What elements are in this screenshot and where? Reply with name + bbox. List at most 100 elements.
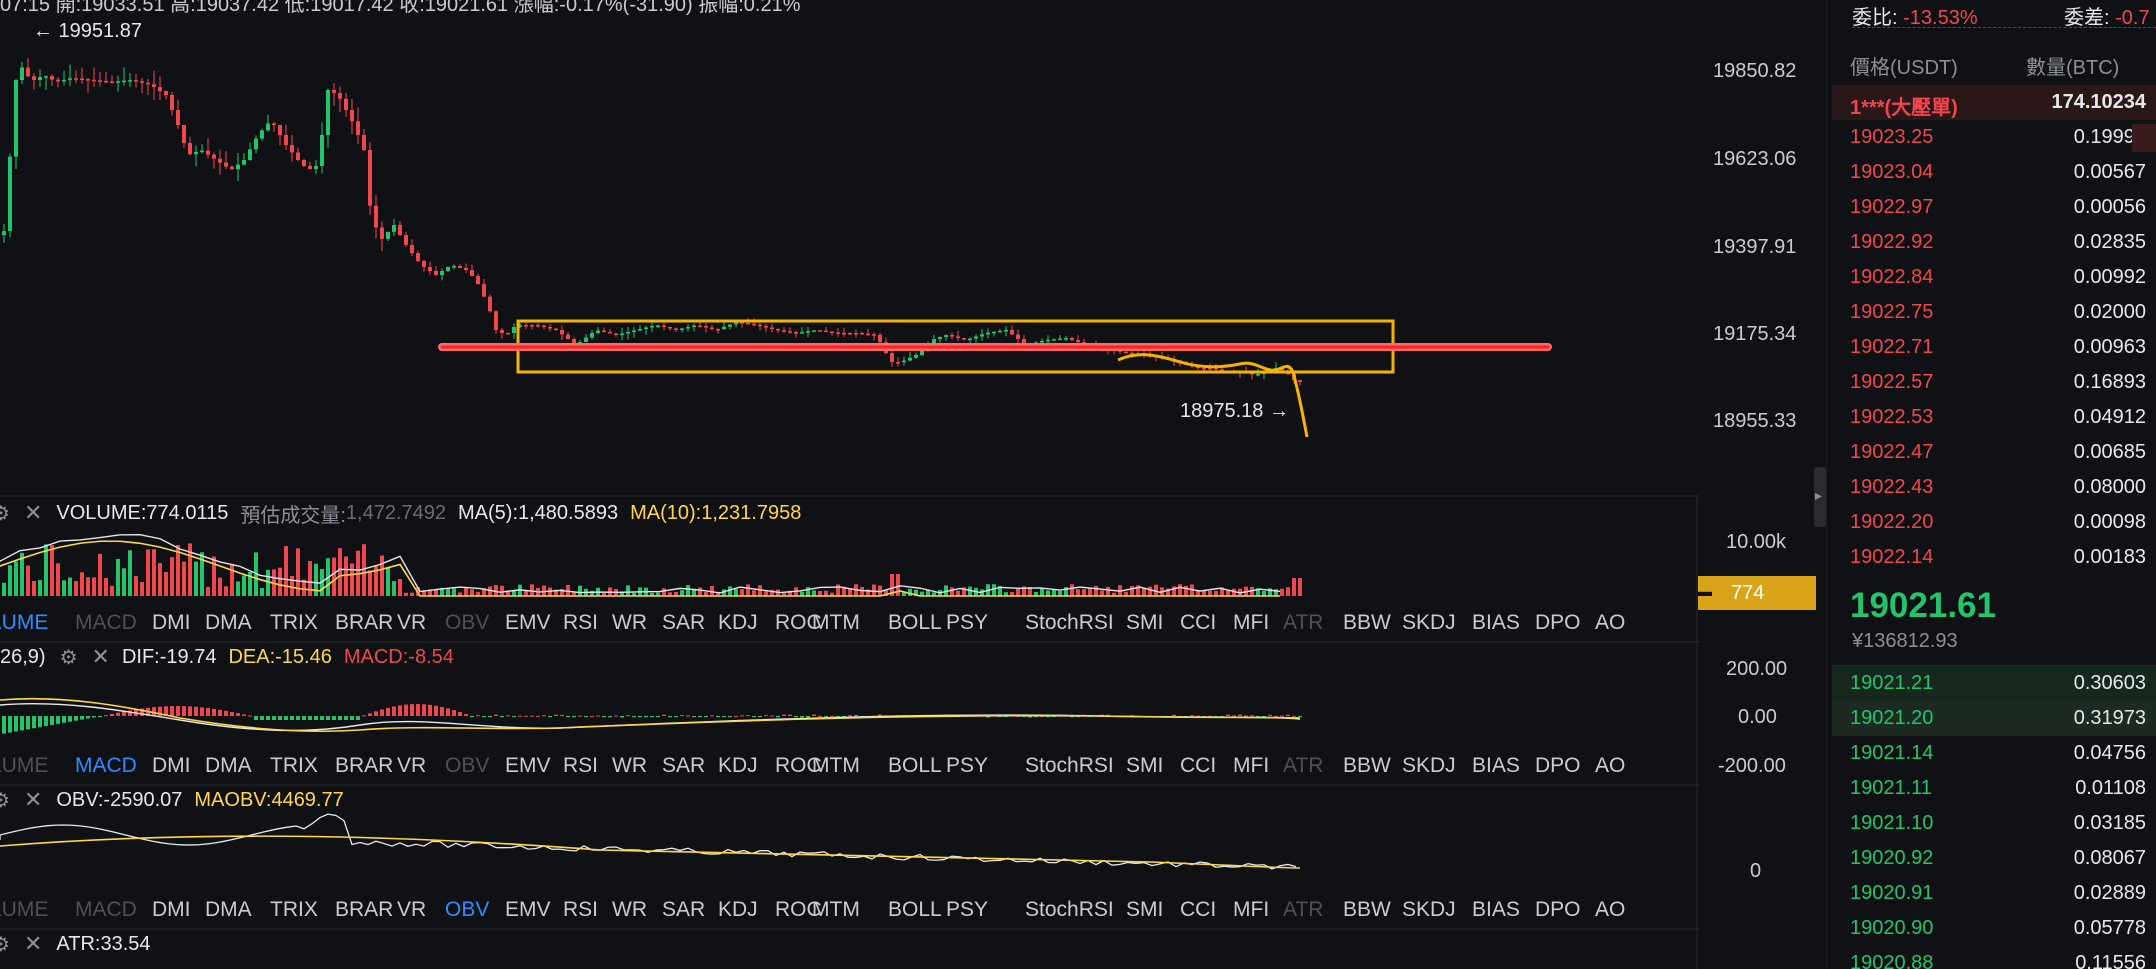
bid-row[interactable]: 19021.11 0.01108 bbox=[1832, 771, 2156, 806]
settings-icon[interactable]: ⚙ bbox=[0, 501, 10, 526]
tab-mfi[interactable]: MFI bbox=[1233, 754, 1269, 778]
tab-skdj[interactable]: SKDJ bbox=[1402, 754, 1456, 778]
tab-wr[interactable]: WR bbox=[612, 898, 647, 922]
tab-brar[interactable]: BRAR bbox=[335, 754, 393, 778]
tab-atr[interactable]: ATR bbox=[1283, 611, 1323, 635]
tab-mtm[interactable]: MTM bbox=[812, 611, 860, 635]
tab-dpo[interactable]: DPO bbox=[1535, 611, 1581, 635]
tab-smi[interactable]: SMI bbox=[1126, 611, 1163, 635]
bid-row[interactable]: 19021.21 0.30603 bbox=[1832, 666, 2156, 701]
tab-cci[interactable]: CCI bbox=[1180, 611, 1216, 635]
tab-mfi[interactable]: MFI bbox=[1233, 611, 1269, 635]
tab-kdj[interactable]: KDJ bbox=[718, 754, 758, 778]
tab-lume[interactable]: LUME bbox=[0, 754, 48, 778]
close-icon[interactable]: ✕ bbox=[24, 500, 42, 526]
tab-vr[interactable]: VR bbox=[397, 754, 426, 778]
tab-stochrsi[interactable]: StochRSI bbox=[1025, 611, 1114, 635]
bid-row[interactable]: 19020.91 0.02889 bbox=[1832, 876, 2156, 911]
bid-row[interactable]: 19021.14 0.04756 bbox=[1832, 736, 2156, 771]
tab-brar[interactable]: BRAR bbox=[335, 611, 393, 635]
tab-mtm[interactable]: MTM bbox=[812, 898, 860, 922]
tab-dpo[interactable]: DPO bbox=[1535, 898, 1581, 922]
tab-dmi[interactable]: DMI bbox=[152, 754, 191, 778]
tab-mtm[interactable]: MTM bbox=[812, 754, 860, 778]
tab-emv[interactable]: EMV bbox=[505, 898, 551, 922]
tab-psy[interactable]: PSY bbox=[946, 754, 988, 778]
tab-vr[interactable]: VR bbox=[397, 611, 426, 635]
ask-row[interactable]: 19022.92 0.02835 bbox=[1832, 225, 2156, 260]
panel-collapse-handle[interactable]: ▸ bbox=[1814, 467, 1826, 527]
tab-sar[interactable]: SAR bbox=[662, 611, 705, 635]
tab-rsi[interactable]: RSI bbox=[563, 898, 598, 922]
ask-row[interactable]: 19022.84 0.00992 bbox=[1832, 260, 2156, 295]
tab-smi[interactable]: SMI bbox=[1126, 754, 1163, 778]
tab-trix[interactable]: TRIX bbox=[270, 611, 318, 635]
tab-emv[interactable]: EMV bbox=[505, 611, 551, 635]
tab-obv[interactable]: OBV bbox=[445, 898, 489, 922]
tab-macd[interactable]: MACD bbox=[75, 898, 137, 922]
tab-wr[interactable]: WR bbox=[612, 611, 647, 635]
tab-sar[interactable]: SAR bbox=[662, 754, 705, 778]
tab-cci[interactable]: CCI bbox=[1180, 898, 1216, 922]
ask-row[interactable]: 19022.14 0.00183 bbox=[1832, 540, 2156, 575]
candlestick-chart[interactable] bbox=[0, 0, 1700, 969]
tab-wr[interactable]: WR bbox=[612, 754, 647, 778]
tab-bbw[interactable]: BBW bbox=[1343, 898, 1391, 922]
ask-row[interactable]: 19022.47 0.00685 bbox=[1832, 435, 2156, 470]
ask-row[interactable]: 19022.75 0.02000 bbox=[1832, 295, 2156, 330]
tab-dma[interactable]: DMA bbox=[205, 898, 252, 922]
tab-atr[interactable]: ATR bbox=[1283, 754, 1323, 778]
tab-brar[interactable]: BRAR bbox=[335, 898, 393, 922]
tab-boll[interactable]: BOLL bbox=[888, 611, 942, 635]
ask-row[interactable]: 19022.20 0.00098 bbox=[1832, 505, 2156, 540]
bid-row[interactable]: 19020.92 0.08067 bbox=[1832, 841, 2156, 876]
ask-row[interactable]: 19022.53 0.04912 bbox=[1832, 400, 2156, 435]
tab-kdj[interactable]: KDJ bbox=[718, 898, 758, 922]
settings-icon[interactable]: ⚙ bbox=[0, 788, 10, 813]
ask-row[interactable]: 19022.97 0.00056 bbox=[1832, 190, 2156, 225]
tab-rsi[interactable]: RSI bbox=[563, 611, 598, 635]
bid-row[interactable]: 19020.88 0.11556 bbox=[1832, 946, 2156, 969]
ask-row[interactable]: 19023.04 0.00567 bbox=[1832, 155, 2156, 190]
tab-skdj[interactable]: SKDJ bbox=[1402, 898, 1456, 922]
tab-ao[interactable]: AO bbox=[1595, 754, 1625, 778]
bid-row[interactable]: 19021.10 0.03185 bbox=[1832, 806, 2156, 841]
tab-atr[interactable]: ATR bbox=[1283, 898, 1323, 922]
tab-dmi[interactable]: DMI bbox=[152, 611, 191, 635]
tab-lume[interactable]: LUME bbox=[0, 611, 48, 635]
tab-ao[interactable]: AO bbox=[1595, 611, 1625, 635]
tab-stochrsi[interactable]: StochRSI bbox=[1025, 754, 1114, 778]
tab-kdj[interactable]: KDJ bbox=[718, 611, 758, 635]
tab-macd[interactable]: MACD bbox=[75, 611, 137, 635]
ask-row[interactable]: 19022.57 0.16893 bbox=[1832, 365, 2156, 400]
bid-row[interactable]: 19021.20 0.31973 bbox=[1832, 701, 2156, 736]
tab-trix[interactable]: TRIX bbox=[270, 898, 318, 922]
tab-sar[interactable]: SAR bbox=[662, 898, 705, 922]
tab-bbw[interactable]: BBW bbox=[1343, 754, 1391, 778]
close-icon[interactable]: ✕ bbox=[24, 787, 42, 813]
tab-vr[interactable]: VR bbox=[397, 898, 426, 922]
bid-row[interactable]: 19020.90 0.05778 bbox=[1832, 911, 2156, 946]
tab-dma[interactable]: DMA bbox=[205, 611, 252, 635]
tab-lume[interactable]: LUME bbox=[0, 898, 48, 922]
ask-row[interactable]: 19023.25 0.19999 bbox=[1832, 120, 2156, 155]
close-icon[interactable]: ✕ bbox=[24, 931, 42, 957]
tab-dma[interactable]: DMA bbox=[205, 754, 252, 778]
tab-stochrsi[interactable]: StochRSI bbox=[1025, 898, 1114, 922]
tab-rsi[interactable]: RSI bbox=[563, 754, 598, 778]
tab-dpo[interactable]: DPO bbox=[1535, 754, 1581, 778]
ask-row[interactable]: 19022.43 0.08000 bbox=[1832, 470, 2156, 505]
settings-icon[interactable]: ⚙ bbox=[60, 645, 78, 670]
tab-ao[interactable]: AO bbox=[1595, 898, 1625, 922]
tab-obv[interactable]: OBV bbox=[445, 611, 489, 635]
ask-row[interactable]: 19022.71 0.00963 bbox=[1832, 330, 2156, 365]
close-icon[interactable]: ✕ bbox=[92, 644, 110, 670]
tab-emv[interactable]: EMV bbox=[505, 754, 551, 778]
tab-bias[interactable]: BIAS bbox=[1472, 611, 1520, 635]
tab-skdj[interactable]: SKDJ bbox=[1402, 611, 1456, 635]
tab-dmi[interactable]: DMI bbox=[152, 898, 191, 922]
settings-icon[interactable]: ⚙ bbox=[0, 932, 10, 957]
ask-row[interactable]: 1***(大壓單) 174.10234 bbox=[1832, 85, 2156, 120]
tab-boll[interactable]: BOLL bbox=[888, 754, 942, 778]
tab-bias[interactable]: BIAS bbox=[1472, 898, 1520, 922]
